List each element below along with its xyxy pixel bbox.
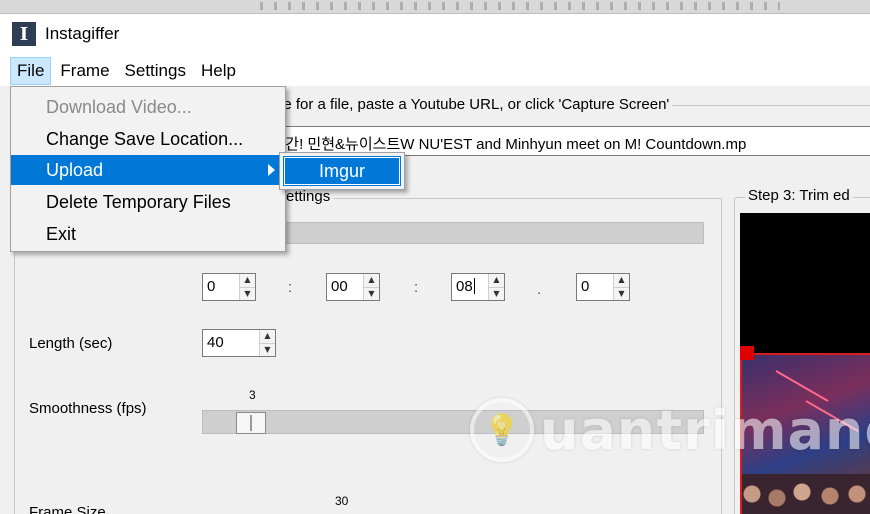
length-value: 40: [207, 334, 224, 351]
length-spinner[interactable]: 40 ▲ ▼: [202, 329, 276, 357]
start-ms-value: 0: [581, 278, 590, 295]
crop-handle[interactable]: [740, 346, 754, 360]
length-label: Length (sec): [29, 335, 113, 352]
upload-submenu: Imgur: [279, 152, 405, 190]
watermark: 💡 uantrimang: [470, 398, 870, 462]
text-caret: [473, 278, 475, 294]
spin-down-icon[interactable]: ▼: [489, 286, 504, 300]
spin-up-icon[interactable]: ▲: [614, 274, 629, 287]
spin-down-icon[interactable]: ▼: [614, 286, 629, 300]
spin-down-icon[interactable]: ▼: [364, 286, 379, 300]
frame-size-label: Frame Size: [29, 504, 106, 514]
menu-download-video: Download Video...: [46, 97, 192, 117]
spin-up-icon[interactable]: ▲: [364, 274, 379, 287]
spin-down-icon[interactable]: ▼: [260, 342, 275, 356]
menu-file[interactable]: File: [10, 57, 52, 85]
menu-exit[interactable]: Exit: [11, 219, 285, 249]
menu-settings[interactable]: Settings: [119, 58, 192, 84]
menu-delete-temp-files[interactable]: Delete Temporary Files: [11, 187, 285, 217]
start-hours-value: 0: [207, 278, 216, 295]
menu-help[interactable]: Help: [195, 58, 242, 84]
file-menu-dropdown: Download Video... Change Save Location..…: [10, 86, 286, 252]
start-hours-spinner[interactable]: 0 ▲ ▼: [202, 273, 256, 301]
start-minutes-spinner[interactable]: 00 ▲ ▼: [326, 273, 380, 301]
time-separator: .: [537, 281, 542, 298]
menu-change-save-location[interactable]: Change Save Location...: [11, 124, 285, 154]
start-ms-spinner[interactable]: 0 ▲ ▼: [576, 273, 630, 301]
menu-upload[interactable]: Upload: [11, 155, 285, 185]
submenu-imgur[interactable]: Imgur: [283, 156, 401, 186]
start-seconds-value: 08: [456, 278, 473, 295]
video-preview[interactable]: [740, 213, 870, 514]
smoothness-value: 3: [249, 388, 256, 402]
lightbulb-icon: 💡: [470, 398, 534, 462]
step1-label: wse for a file, paste a Youtube URL, or …: [262, 96, 673, 113]
step2-title: ettings: [283, 188, 334, 205]
spin-up-icon[interactable]: ▲: [489, 274, 504, 287]
smoothness-label: Smoothness (fps): [29, 400, 147, 417]
start-seconds-spinner[interactable]: 08 ▲ ▼: [451, 273, 505, 301]
spin-up-icon[interactable]: ▲: [240, 274, 255, 287]
start-minutes-value: 00: [331, 278, 348, 295]
time-separator: :: [414, 279, 419, 296]
window-title: Instagiffer: [45, 24, 120, 43]
background-window-strip: [0, 0, 870, 14]
instagiffer-logo-icon: I: [12, 22, 36, 46]
frame-size-value: 30: [335, 494, 349, 508]
step3-title: Step 3: Trim ed: [745, 187, 853, 204]
title-bar: I Instagiffer: [0, 14, 870, 54]
spin-down-icon[interactable]: ▼: [240, 286, 255, 300]
menu-upload-label: Upload: [46, 160, 104, 180]
watermark-text: uantrimang: [540, 398, 870, 462]
menu-bar: File Frame Settings Help: [0, 56, 870, 86]
smoothness-slider-thumb[interactable]: [236, 412, 266, 434]
time-separator: :: [288, 279, 293, 296]
submenu-arrow-icon: [268, 164, 275, 176]
menu-frame[interactable]: Frame: [54, 58, 115, 84]
spin-up-icon[interactable]: ▲: [260, 330, 275, 343]
